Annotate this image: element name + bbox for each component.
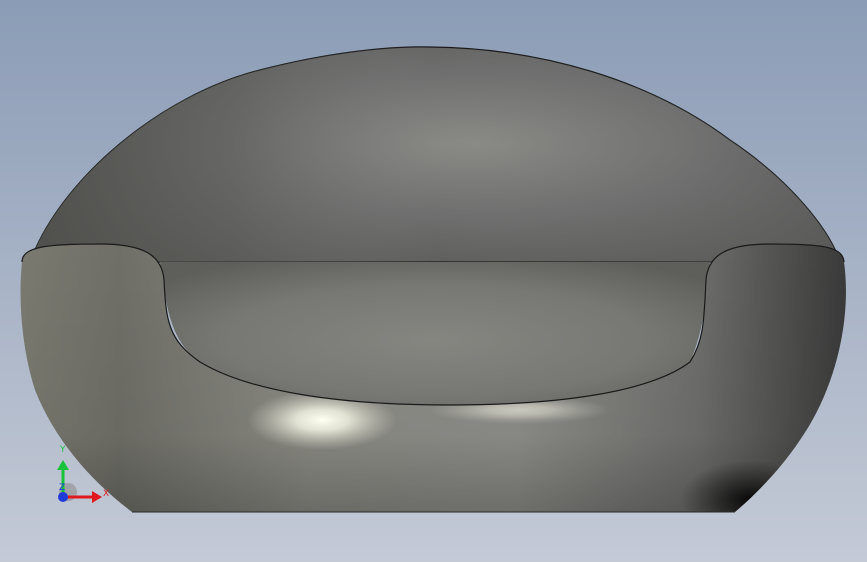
z-axis-label: Z (59, 483, 65, 493)
3d-viewport[interactable]: Y X Z (0, 0, 867, 562)
y-axis-label: Y (59, 445, 66, 455)
z-axis-dot (58, 492, 68, 502)
x-axis-label: X (103, 489, 109, 499)
